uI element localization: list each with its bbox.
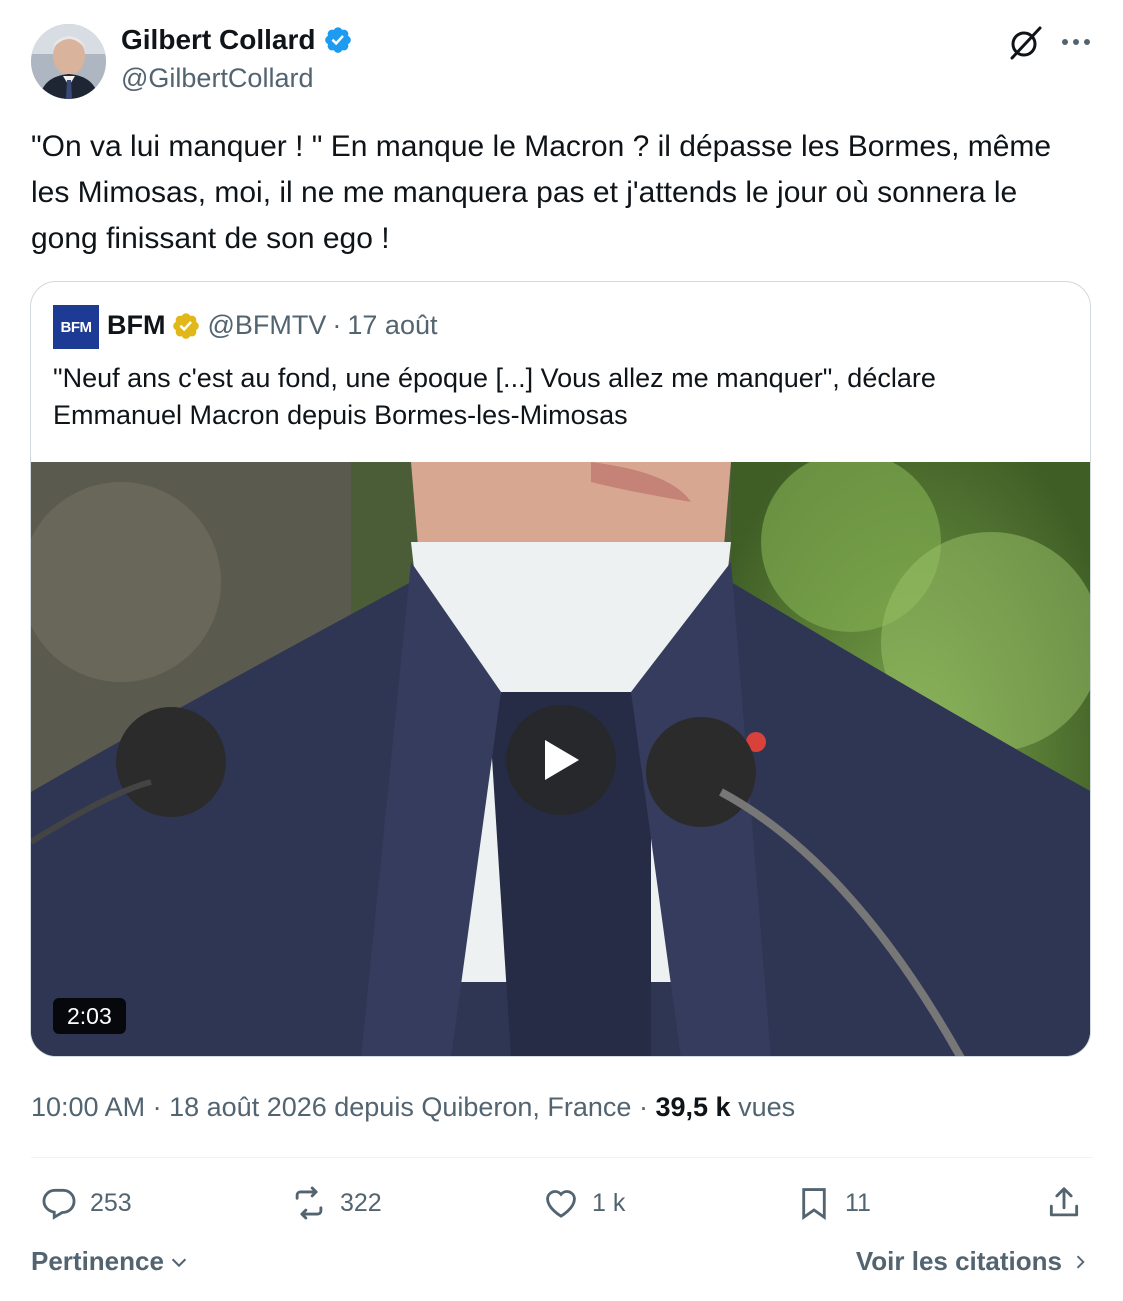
tweet-time[interactable]: 10:00 AM [31, 1092, 145, 1122]
verified-badge-icon [323, 25, 353, 55]
video-duration-badge: 2:03 [53, 998, 126, 1034]
reply-button[interactable]: 253 [40, 1180, 132, 1226]
author-name[interactable]: Gilbert Collard [121, 24, 315, 56]
author-avatar[interactable] [31, 24, 106, 99]
quote-separator: · [332, 310, 342, 340]
bookmark-button[interactable]: 11 [795, 1180, 871, 1226]
views-label: vues [738, 1092, 796, 1122]
chevron-down-icon [171, 1258, 187, 1267]
like-button[interactable]: 1 k [542, 1180, 625, 1226]
grok-icon[interactable] [1004, 22, 1046, 64]
play-icon [545, 740, 579, 780]
tweet-text: "On va lui manquer ! " En manque le Macr… [31, 130, 1052, 255]
reply-count: 253 [90, 1188, 132, 1217]
author-handle[interactable]: @GilbertCollard [121, 63, 313, 94]
divider [31, 1157, 1093, 1158]
video-player[interactable]: 2:03 [31, 452, 1090, 1056]
sort-label: Pertinence [31, 1246, 164, 1276]
meta-separator-2: · [638, 1092, 648, 1122]
chevron-right-icon [1076, 1255, 1085, 1268]
like-icon [546, 1190, 576, 1218]
sort-dropdown[interactable]: Pertinence [31, 1246, 190, 1277]
quote-date[interactable]: 17 août [347, 310, 437, 341]
view-quotes-label: Voir les citations [855, 1246, 1062, 1276]
repost-button[interactable]: 322 [290, 1180, 382, 1226]
meta-separator: · [152, 1092, 162, 1122]
bfm-logo[interactable]: BFM [53, 305, 99, 349]
gold-verified-badge-icon [171, 311, 201, 341]
views-count: 39,5 k [655, 1092, 731, 1122]
bookmark-count: 11 [845, 1188, 871, 1217]
repost-icon [295, 1186, 323, 1220]
share-button[interactable] [1045, 1180, 1083, 1226]
repost-count: 322 [340, 1188, 382, 1217]
bfm-logo-text: BFM [60, 318, 93, 336]
tweet-meta: 10:00 AM · 18 août 2026 depuis Quiberon,… [31, 1092, 795, 1123]
view-quotes-link[interactable]: Voir les citations [856, 1246, 1090, 1277]
quoted-tweet-card[interactable]: BFM BFM @BFMTV · 17 août "Neuf ans c'est… [30, 281, 1091, 1057]
like-count: 1 k [592, 1188, 626, 1217]
quote-author-handle[interactable]: @BFMTV [207, 310, 326, 341]
quote-text: "Neuf ans c'est au fond, une époque [...… [53, 363, 936, 430]
tweet-date-location[interactable]: 18 août 2026 depuis Quiberon, France [169, 1092, 631, 1122]
bookmark-icon [802, 1188, 826, 1221]
more-icon[interactable] [1058, 28, 1094, 56]
quote-author-name[interactable]: BFM [107, 310, 165, 341]
play-button[interactable] [506, 705, 616, 815]
share-icon [1049, 1187, 1079, 1217]
reply-icon [42, 1188, 76, 1220]
